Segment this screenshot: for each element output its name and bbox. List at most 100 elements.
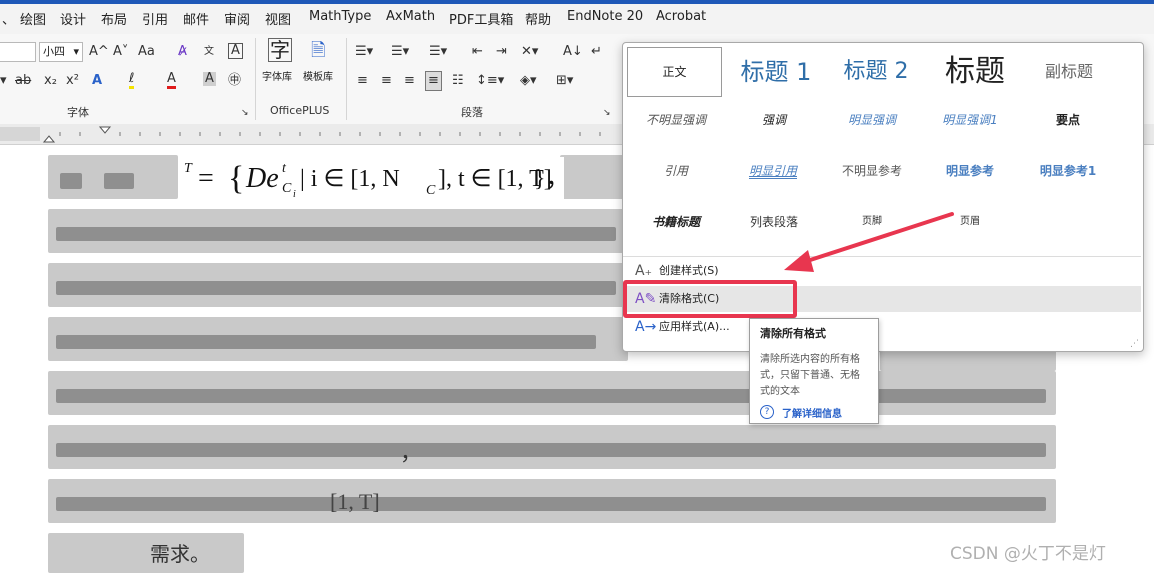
highlight-icon[interactable]: ℓ (129, 72, 135, 89)
help-icon: ? (760, 405, 774, 419)
strikethrough-icon[interactable]: ab (15, 72, 31, 90)
watermark: CSDN @火丁不是灯 (950, 544, 1106, 564)
menu-item-axmath[interactable]: AxMath (386, 9, 435, 24)
menu-item-endnote[interactable]: EndNote 20 (567, 9, 643, 24)
equation-brace-open: { (228, 160, 245, 197)
clear-formatting-tooltip: 清除所有格式 清除所选内容的所有格 式，只留下普通、无格 式的文本 ? 了解详细… (749, 318, 879, 424)
dialog-launcher-icon[interactable]: ↘ (603, 104, 611, 122)
blurred-text (56, 281, 616, 295)
style-intense-reference-1[interactable]: 明显参考1 (1019, 156, 1117, 186)
equation-prefix: = (198, 163, 214, 194)
tooltip-line-1: 清除所选内容的所有格 (760, 354, 860, 365)
menu-item-design[interactable]: 设计 (60, 9, 86, 28)
equation-subsub: i (293, 189, 296, 200)
character-border-icon[interactable]: A (228, 43, 243, 59)
shading-icon[interactable]: ◈▾ (520, 72, 537, 90)
style-subtitle[interactable]: 副标题 (1019, 47, 1119, 97)
template-library-button[interactable]: 🗎 模板库 (303, 38, 337, 100)
superscript-icon[interactable]: x² (66, 72, 79, 90)
menu-bar: 、 绘图 设计 布局 引用 邮件 审阅 视图 MathType AxMath P… (0, 0, 1154, 34)
menu-item-draw[interactable]: 绘图 (20, 9, 46, 28)
change-case-icon[interactable]: Aa (138, 43, 155, 61)
decrease-indent-icon[interactable]: ⇤ (472, 43, 483, 61)
font-group-label: 字体 (67, 106, 89, 119)
comma-text: ， (400, 441, 423, 466)
subscript-icon[interactable]: x₂ (44, 72, 57, 90)
distributed-icon[interactable]: ☷ (452, 72, 464, 90)
resize-grip-icon[interactable]: ⋰ (1130, 339, 1139, 349)
phonetic-guide-icon[interactable]: 文 (204, 43, 214, 61)
paragraph-group-label: 段落 (461, 106, 483, 119)
menu-item-view[interactable]: 视图 (265, 9, 291, 28)
style-quote[interactable]: 引用 (627, 156, 725, 186)
style-intense-quote[interactable]: 明显引用 (729, 156, 817, 186)
menu-item-review[interactable]: 审阅 (224, 9, 250, 28)
style-title[interactable]: 标题 (925, 47, 1025, 97)
character-shading-icon[interactable]: A (203, 72, 216, 86)
annotation-arrow (784, 212, 954, 272)
clear-format-icon[interactable]: A̷ (178, 43, 187, 61)
menu-item-partial[interactable]: 、 (2, 9, 15, 28)
text-effects-icon[interactable]: A (92, 72, 102, 90)
menu-item-layout[interactable]: 布局 (101, 9, 127, 28)
style-strong[interactable]: 要点 (1019, 105, 1117, 135)
tooltip-title: 清除所有格式 (760, 327, 826, 340)
font-library-icon: 字 (268, 38, 292, 62)
chevron-down-icon[interactable]: ▾ (0, 72, 7, 90)
bullets-icon[interactable]: ☰▾ (355, 43, 373, 61)
font-library-label: 字体库 (262, 72, 292, 83)
officeplus-group-label: OfficePLUS (270, 104, 330, 117)
numbering-icon[interactable]: ☰▾ (391, 43, 409, 61)
font-name-select[interactable] (0, 42, 36, 62)
enclose-characters-icon[interactable]: ㊥ (228, 72, 241, 90)
font-color-icon[interactable]: A (167, 72, 176, 89)
group-divider (255, 38, 256, 120)
sort-icon[interactable]: A↓ (563, 43, 583, 61)
menu-item-mailings[interactable]: 邮件 (183, 9, 209, 28)
equation[interactable]: T = { De t C i | i ∈ [1, N C ], t ∈ [1, … (184, 157, 570, 201)
borders-icon[interactable]: ⊞▾ (556, 72, 573, 90)
font-library-button[interactable]: 字 字体库 (262, 38, 296, 100)
multilevel-list-icon[interactable]: ☰▾ (429, 43, 447, 61)
align-right-icon[interactable]: ≡ (404, 72, 415, 90)
menu-item-references[interactable]: 引用 (142, 9, 168, 28)
style-normal[interactable]: 正文 (627, 47, 722, 97)
style-intense-emphasis[interactable]: 明显强调 (823, 105, 921, 135)
align-center-icon[interactable]: ≡ (381, 72, 392, 90)
menu-item-pdf-toolbox[interactable]: PDF工具箱 (449, 9, 513, 28)
style-subtle-reference[interactable]: 不明显参考 (823, 156, 921, 186)
tooltip-line-2: 式，只留下普通、无格 (760, 370, 860, 381)
dialog-launcher-icon[interactable]: ↘ (241, 104, 249, 122)
style-emphasis[interactable]: 强调 (725, 105, 823, 135)
blurred-text (56, 497, 1046, 511)
group-divider (346, 38, 347, 120)
equation-superscript: T (184, 161, 192, 176)
equation-main: De (246, 163, 279, 194)
equation-nc-sub: C (426, 183, 436, 198)
style-book-title[interactable]: 书籍标题 (627, 207, 725, 237)
menu-item-help[interactable]: 帮助 (525, 9, 551, 28)
grow-font-icon[interactable]: A^ (89, 43, 109, 61)
justify-icon[interactable]: ≡ (425, 71, 442, 91)
style-intense-emphasis-1[interactable]: 明显强调1 (921, 105, 1019, 135)
style-intense-reference[interactable]: 明显参考 (921, 156, 1019, 186)
equation-condition: | i ∈ [1, N (300, 166, 400, 192)
shrink-font-icon[interactable]: A˅ (113, 43, 128, 61)
blurred-text (104, 173, 134, 189)
font-size-select[interactable]: 小四 ▾ (39, 42, 83, 62)
menu-item-acrobat[interactable]: Acrobat (656, 9, 706, 24)
learn-more-link[interactable]: 了解详细信息 (782, 405, 842, 420)
menu-item-mathtype[interactable]: MathType (309, 9, 371, 24)
font-size-value: 小四 (43, 45, 65, 58)
show-marks-icon[interactable]: ↵ (591, 43, 602, 61)
blurred-text (560, 155, 628, 199)
blurred-text (56, 443, 1046, 457)
increase-indent-icon[interactable]: ⇥ (496, 43, 507, 61)
style-heading-1[interactable]: 标题 1 (727, 47, 825, 97)
blurred-text (56, 227, 616, 241)
style-heading-2[interactable]: 标题 2 (827, 47, 925, 97)
style-subtle-emphasis[interactable]: 不明显强调 (627, 105, 725, 135)
align-left-icon[interactable]: ≡ (357, 72, 368, 90)
chinese-layout-icon[interactable]: ✕▾ (521, 43, 538, 61)
line-spacing-icon[interactable]: ↕≡▾ (476, 72, 504, 90)
